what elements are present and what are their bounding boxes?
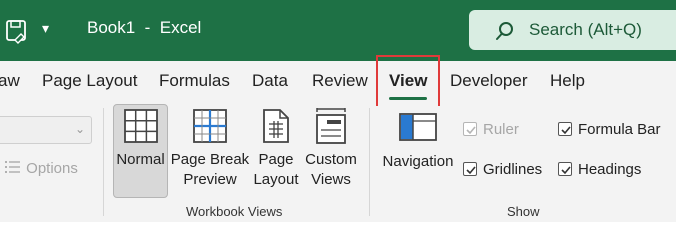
navigation-button[interactable]: Navigation — [378, 110, 458, 172]
normal-label: Normal — [116, 151, 165, 168]
search-box[interactable]: Search (Alt+Q) — [469, 10, 676, 50]
gridlines-label: Gridlines — [483, 161, 543, 178]
view-tab-highlight — [376, 55, 440, 108]
page-layout-view-button[interactable]: Page Layout — [251, 108, 301, 190]
group-divider — [103, 108, 104, 216]
gridlines-checkbox[interactable]: Gridlines — [463, 161, 542, 178]
custom-views-label-2: Views — [311, 171, 351, 188]
formula-bar-label: Formula Bar — [578, 121, 661, 138]
page-layout-label-1: Page — [258, 151, 294, 168]
navigation-label: Navigation — [382, 153, 454, 170]
headings-checkbox[interactable]: Headings — [558, 161, 641, 178]
tab-developer[interactable]: Developer — [450, 71, 528, 91]
show-group-label: Show — [507, 204, 540, 219]
document-title: Book1 - Excel — [87, 18, 202, 37]
tab-draw[interactable]: aw — [0, 71, 20, 91]
navigation-pane-icon — [399, 113, 437, 141]
normal-view-content: Normal — [113, 108, 168, 170]
chevron-down-icon: ⌄ — [74, 122, 85, 136]
options-label: Options — [26, 160, 78, 177]
headings-check-icon — [558, 162, 572, 176]
page-break-preview-button[interactable]: Page Break Preview — [170, 108, 250, 190]
ruler-label: Ruler — [483, 121, 519, 138]
group-divider — [369, 108, 370, 216]
ruler-checkbox[interactable]: Ruler — [463, 121, 519, 138]
tab-review[interactable]: Review — [312, 71, 368, 91]
custom-views-icon — [316, 108, 346, 144]
normal-grid-icon — [123, 109, 158, 143]
search-icon — [493, 19, 517, 43]
search-placeholder: Search (Alt+Q) — [529, 20, 642, 39]
formula-bar-check-icon — [558, 122, 572, 136]
options-button[interactable]: Options — [4, 160, 78, 177]
page-break-label-1: Page Break — [170, 151, 250, 168]
ribbon-tabs: aw Page Layout Formulas Data Review View… — [0, 61, 676, 106]
tab-page-layout[interactable]: Page Layout — [42, 71, 137, 91]
quick-access-dropdown-icon[interactable]: ▾ — [42, 20, 49, 37]
tab-formulas[interactable]: Formulas — [159, 71, 230, 91]
workbook-views-group-label: Workbook Views — [186, 204, 283, 219]
save-icon[interactable] — [4, 18, 30, 44]
title-bar: ▾ Book1 - Excel Search (Alt+Q) — [0, 0, 676, 61]
headings-label: Headings — [578, 161, 642, 178]
page-layout-label-2: Layout — [253, 171, 299, 188]
gridlines-check-icon — [463, 162, 477, 176]
page-break-icon — [193, 109, 227, 143]
options-icon — [5, 161, 20, 173]
style-dropdown[interactable]: ⌄ — [0, 116, 92, 144]
custom-views-label-1: Custom — [305, 151, 357, 168]
custom-views-button[interactable]: Custom Views — [303, 108, 359, 190]
ruler-check-icon — [463, 122, 477, 136]
tab-data[interactable]: Data — [252, 71, 288, 91]
formula-bar-checkbox[interactable]: Formula Bar — [558, 121, 661, 138]
page-break-label-2: Preview — [183, 171, 237, 188]
tab-help[interactable]: Help — [550, 71, 585, 91]
page-layout-icon — [263, 109, 289, 143]
